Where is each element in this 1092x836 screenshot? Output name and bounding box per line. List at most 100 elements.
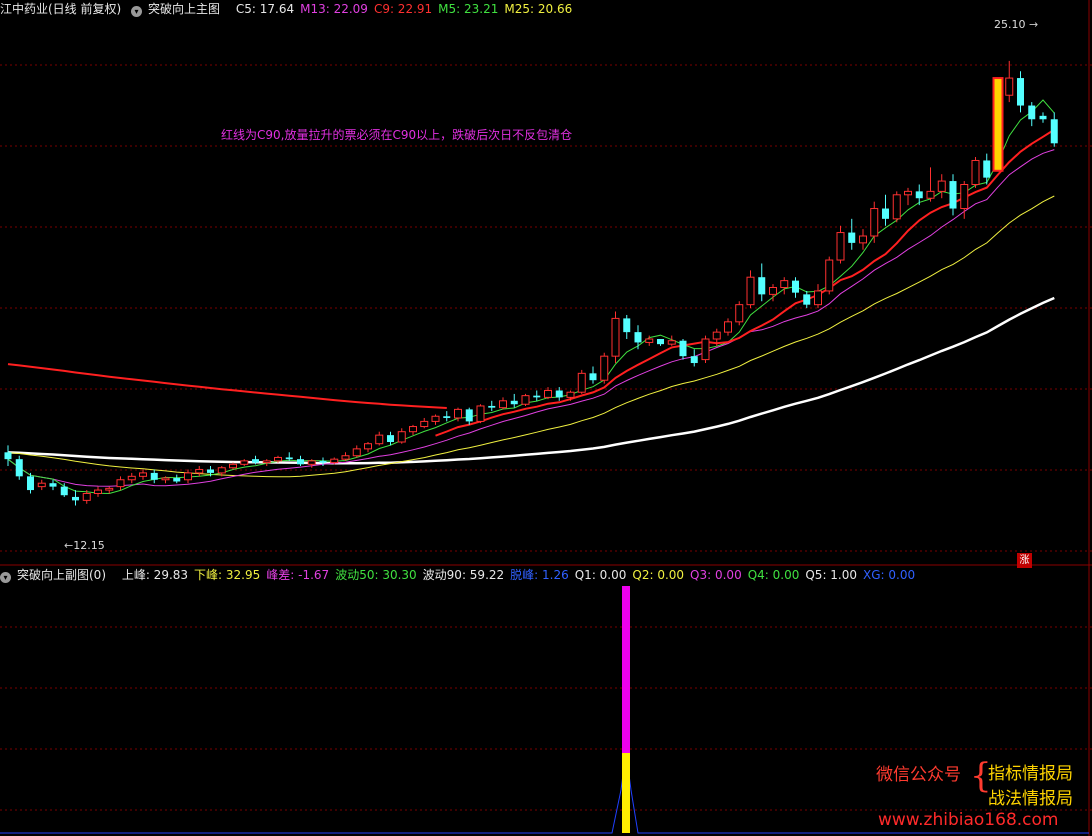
candle-body <box>397 431 406 443</box>
candle-body <box>387 435 394 442</box>
candle <box>533 390 541 401</box>
candle <box>1005 60 1014 103</box>
candle-body <box>454 408 462 419</box>
candle-body <box>623 318 631 333</box>
candle-body <box>252 459 259 463</box>
candle <box>623 314 631 339</box>
candle <box>926 167 935 202</box>
candle <box>262 459 271 467</box>
candle-body <box>667 340 676 345</box>
candle-body <box>814 290 822 306</box>
sub-value-2: 峰差: -1.67 <box>266 568 330 582</box>
candle <box>72 490 79 506</box>
sub-yellow-bar <box>622 753 630 833</box>
candle-body <box>15 459 23 477</box>
candle <box>825 256 834 295</box>
chevron-down-icon[interactable]: ▾ <box>131 6 143 17</box>
candle <box>127 472 136 484</box>
candle <box>375 431 384 446</box>
sub-magenta-bar <box>622 586 630 753</box>
sub-value-0: 上峰: 29.83 <box>121 568 189 582</box>
moving-averages <box>7 99 1055 495</box>
candle-body <box>37 482 46 488</box>
candle-body <box>937 180 946 192</box>
candle <box>116 476 125 491</box>
green-ma-line <box>7 99 1055 495</box>
stock-title[interactable]: 江中药业(日线 前复权) <box>0 2 121 16</box>
candle <box>589 366 597 384</box>
candle <box>240 459 249 467</box>
chevron-down-icon[interactable]: ▾ <box>0 572 11 583</box>
breakout-candle-highlight <box>992 77 1004 172</box>
watermark-url: www.zhibiao168.com <box>878 810 1059 830</box>
candle <box>882 194 889 226</box>
indicator-label: 突破向上主图 <box>148 2 221 16</box>
candle <box>870 201 879 243</box>
candle-body <box>217 467 226 474</box>
candle <box>701 335 710 364</box>
candle <box>229 462 237 470</box>
candle-body <box>173 478 181 482</box>
candle-body <box>116 479 125 488</box>
sub-value-7: Q2: 0.00 <box>632 568 685 582</box>
candle-body <box>240 460 249 465</box>
candle-body <box>746 276 755 306</box>
candle-body <box>892 194 901 220</box>
candle-body <box>915 191 923 199</box>
candle-body <box>971 159 980 185</box>
watermark-line-1: 指标情报局 <box>988 764 1073 784</box>
sub-indicator-label: 突破向上副图(0) <box>17 568 106 582</box>
main-value-0: C5: 17.64 <box>235 2 295 16</box>
candle <box>409 424 417 436</box>
sub-value-9: Q4: 0.00 <box>747 568 800 582</box>
watermark-line-2: 战法情报局 <box>988 789 1073 809</box>
strategy-annotation: 红线为C90,放量拉升的票必须在C90以上，跌破后次日不反包清仓 <box>221 128 573 142</box>
candle <box>848 218 856 250</box>
candle <box>1039 112 1047 123</box>
yellow-ma-line <box>7 195 1055 478</box>
candle-body <box>645 338 654 343</box>
candle <box>667 335 676 346</box>
candle <box>285 452 293 461</box>
candle-body <box>1028 105 1036 120</box>
main-value-3: M5: 23.21 <box>438 2 499 16</box>
candle-body <box>1050 119 1058 144</box>
candle-body <box>285 457 293 460</box>
candle <box>983 153 991 185</box>
candle <box>937 174 946 199</box>
candle-body <box>769 287 777 295</box>
candle <box>150 469 158 484</box>
candle <box>724 318 732 336</box>
indicator-name[interactable]: ▾ 突破向上主图 <box>131 2 226 17</box>
main-values: C5: 17.64 M13: 22.09 C9: 22.91 M5: 23.21 M25… <box>236 2 578 16</box>
candle-body <box>960 184 969 210</box>
candle-body <box>150 472 158 480</box>
candle <box>476 404 485 424</box>
candle-body <box>521 395 530 405</box>
candle <box>949 174 957 216</box>
candle <box>971 157 980 188</box>
sub-value-4: 波动90: 59.22 <box>422 568 505 582</box>
candle-body <box>341 455 350 460</box>
candle-body <box>4 452 12 460</box>
candle-body <box>949 181 957 209</box>
candle-body <box>161 477 170 481</box>
candle-body <box>792 280 799 293</box>
candle <box>431 414 440 425</box>
candle-body <box>870 208 879 237</box>
candle-body <box>297 459 304 465</box>
candle-body <box>589 373 597 381</box>
candle-body <box>882 208 889 219</box>
candle <box>690 349 698 367</box>
candle <box>341 452 350 461</box>
candle <box>679 339 687 360</box>
main-value-2: C9: 22.91 <box>373 2 433 16</box>
candle <box>297 455 304 467</box>
candle <box>521 393 530 406</box>
sub-indicator-name[interactable]: ▾ 突破向上副图(0) <box>0 568 112 583</box>
candle-body <box>499 400 507 409</box>
candle <box>184 469 192 484</box>
candle <box>1017 71 1024 113</box>
sub-value-1: 下峰: 32.95 <box>194 568 261 582</box>
candle-body <box>307 460 316 465</box>
